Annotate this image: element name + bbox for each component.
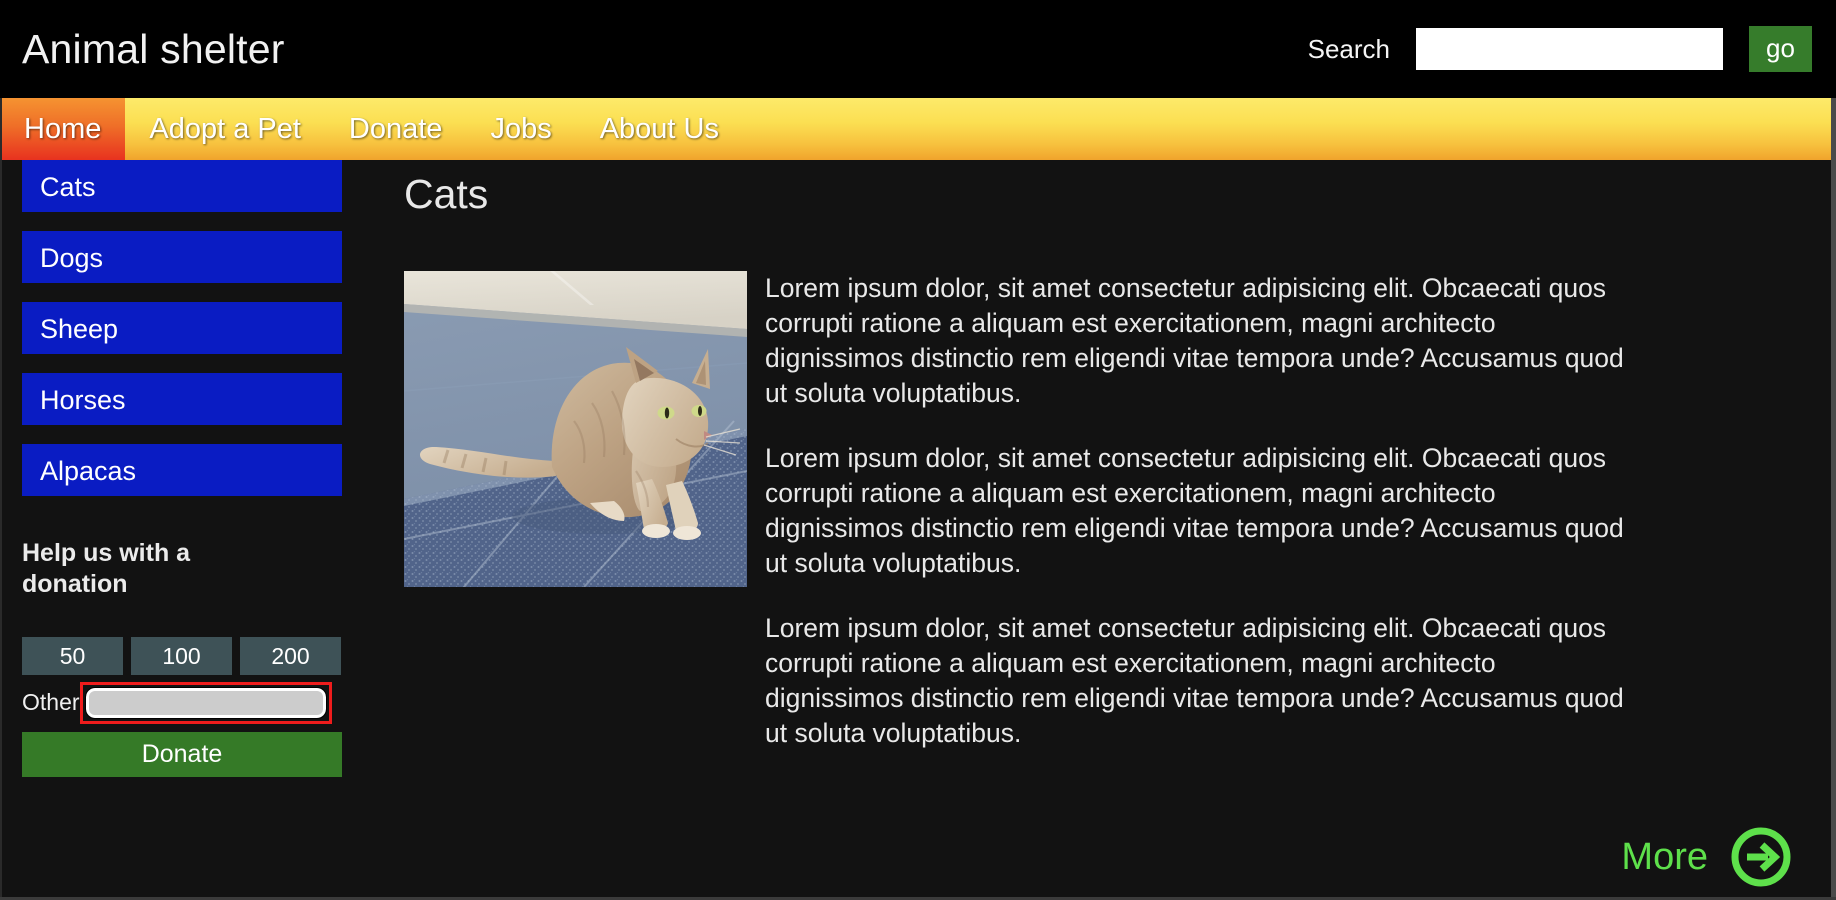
main-column: Cats Lorem ipsum dolor, sit amet consect…	[404, 160, 1794, 781]
sidebar-item-alpacas[interactable]: Alpacas	[22, 444, 342, 496]
more-link-label: More	[1621, 836, 1708, 878]
cat-photo	[404, 271, 747, 587]
article-paragraph: Lorem ipsum dolor, sit amet consectetur …	[765, 273, 1624, 408]
more-link[interactable]: More	[1621, 826, 1792, 888]
nav-item-home[interactable]: Home	[0, 98, 126, 182]
nav-item-about-us[interactable]: About Us	[576, 98, 743, 160]
donation-other-row: Other	[22, 679, 342, 727]
nav-item-label: Home	[24, 112, 102, 145]
donation-heading: Help us with a donation	[22, 539, 191, 599]
nav-item-adopt-a-pet[interactable]: Adopt a Pet	[125, 98, 325, 160]
site-title: Animal shelter	[22, 25, 285, 72]
donation-amount-50[interactable]: 50	[22, 636, 123, 675]
arrow-right-circle-icon[interactable]	[1730, 826, 1792, 888]
sidebar-item-cats[interactable]: Cats	[22, 160, 342, 212]
site-header: Animal shelter Search go	[0, 0, 1836, 98]
nav-item-donate[interactable]: Donate	[325, 98, 467, 160]
article-paragraph: Lorem ipsum dolor, sit amet consectetur …	[765, 442, 1624, 578]
nav-item-label: About Us	[599, 112, 719, 145]
search-go-button[interactable]: go	[1749, 26, 1812, 72]
donate-button[interactable]: Donate	[22, 731, 342, 777]
nav-item-label: Donate	[348, 112, 443, 145]
sidebar-item-horses[interactable]: Horses	[22, 373, 342, 425]
page-content: Cats Dogs Sheep Horses Alpacas Help us w…	[0, 160, 1836, 900]
article-paragraphs: Lorem ipsum dolor, sit amet consectetur …	[765, 271, 1794, 781]
donation-other-label: Other	[22, 689, 80, 715]
donation-other-input[interactable]	[84, 686, 327, 719]
article-paragraph: Lorem ipsum dolor, sit amet consectetur …	[765, 612, 1624, 748]
donation-amount-row: 50 100 200	[22, 636, 342, 675]
donation-amount-200[interactable]: 200	[240, 636, 341, 675]
search-input[interactable]	[1416, 28, 1723, 70]
nav-item-label: Jobs	[490, 112, 552, 145]
sidebar-item-dogs[interactable]: Dogs	[22, 231, 342, 283]
sidebar-item-sheep[interactable]: Sheep	[22, 302, 342, 354]
search-area: Search go	[1308, 0, 1812, 98]
nav-item-label: Adopt a Pet	[149, 112, 301, 145]
vertical-scrollbar[interactable]	[1831, 98, 1836, 900]
donation-amount-100[interactable]: 100	[131, 636, 232, 675]
page-root: Animal shelter Search go Home Adopt a Pe…	[0, 0, 1836, 900]
nav-item-jobs[interactable]: Jobs	[466, 98, 575, 160]
search-label: Search	[1307, 33, 1390, 64]
left-edge-divider	[0, 98, 2, 900]
sidebar: Cats Dogs Sheep Horses Alpacas Help us w…	[22, 160, 342, 777]
article: Lorem ipsum dolor, sit amet consectetur …	[404, 271, 1794, 781]
page-title: Cats	[404, 171, 489, 217]
main-navigation: Home Adopt a Pet Donate Jobs About Us	[0, 98, 1836, 182]
donation-other-focus-ring	[79, 681, 332, 724]
